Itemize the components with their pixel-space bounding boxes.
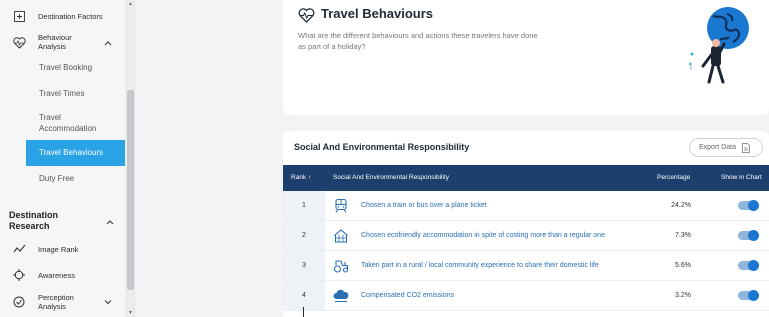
row-percentage: 24.2% [671,202,691,209]
show-in-chart-toggle[interactable] [738,290,759,301]
rank-cell: 1 [283,191,325,220]
sidebar-subitem-travel-behaviours[interactable]: Travel Behaviours [26,140,125,166]
scroll-up-arrow-icon[interactable]: ▲ [127,1,134,7]
table-row: 4 Compensated CO2 emissions 3.2% [283,281,769,311]
rank-cell: 2 [283,221,325,250]
sidebar-item-label: Awareness [38,271,75,280]
chevron-down-icon[interactable] [103,297,113,307]
heart-pulse-icon [298,8,315,23]
trend-line-icon [12,242,26,256]
row-label: Compensated CO2 emissions [361,292,454,299]
rank-value: 4 [302,292,306,299]
table-title: Social And Environmental Responsibility [294,142,470,152]
rank-cell: 3 [283,251,325,280]
page-description: What are the different behaviours and ac… [298,31,538,51]
table-row: 3 Taken part in a rural / local communit… [283,251,769,281]
column-header-show-in-chart: Show in Chart [721,174,762,181]
rank-cell: 4 [283,281,325,310]
sidebar-item-awareness[interactable]: Awareness [0,268,125,282]
sidebar-subitem-travel-booking[interactable]: Travel Booking [26,62,125,75]
table-row: 2 Chosen ecofriendly accommodation in sp… [283,221,769,251]
column-header-percentage[interactable]: Percentage [657,174,690,181]
sidebar-subitem-travel-times[interactable]: Travel Times [26,88,125,101]
check-circle-icon [12,295,26,309]
row-percentage: 7.3% [675,232,691,239]
row-label: Chosen a train or bus over a plane ticke… [361,202,487,209]
rank-value: 2 [302,232,306,239]
export-data-label: Export Data [699,144,736,151]
co2-cloud-icon [333,289,349,302]
show-in-chart-toggle[interactable] [738,260,759,271]
column-header-rank-label: Rank [291,174,307,181]
sidebar-subitem-travel-accommodation[interactable]: Travel Accommodation [26,112,125,136]
sidebar-item-label: Behaviour Analysis [38,33,72,51]
sort-arrow-up-icon[interactable]: ↑ [308,174,311,181]
chevron-up-icon[interactable] [105,217,115,227]
sidebar: Destination Factors Behaviour Analysis T… [0,0,135,317]
sidebar-item-label: Destination Factors [38,12,103,21]
crosshair-icon [12,268,26,282]
chevron-up-icon[interactable] [103,38,113,48]
toggle-knob [748,290,759,301]
sidebar-item-image-rank[interactable]: Image Rank [0,242,125,256]
show-in-chart-toggle[interactable] [738,200,759,211]
sidebar-subitem-duty-free[interactable]: Duty Free [26,173,125,186]
eco-house-icon [334,229,348,243]
page-title: Travel Behaviours [321,6,433,21]
sidebar-scrollbar-thumb[interactable] [127,90,134,290]
table-row: 1 Chosen a train or bus over a plane tic… [283,191,769,221]
document-icon [742,143,750,153]
row-percentage: 5.6% [675,262,691,269]
tractor-icon [333,260,349,273]
sidebar-item-label: Perception Analysis [38,293,74,311]
train-icon [335,198,347,213]
export-data-button[interactable]: Export Data [689,138,763,157]
responsibility-table-card: Social And Environmental Responsibility … [283,131,769,317]
sidebar-item-perception-analysis[interactable]: Perception Analysis [0,293,125,313]
cursor-caret [303,307,304,317]
column-header-rank[interactable]: Rank ↑ [291,174,311,181]
show-in-chart-toggle[interactable] [738,230,759,241]
row-percentage: 3.2% [675,292,691,299]
table-header: Rank ↑ Social And Environmental Responsi… [283,165,769,191]
sidebar-item-label: Image Rank [38,245,79,254]
row-label: Taken part in a rural / local community … [361,262,599,269]
scroll-down-arrow-icon[interactable]: ▼ [127,310,134,316]
travel-behaviours-card: Travel Behaviours What are the different… [283,0,769,115]
sidebar-item-destination-factors[interactable]: Destination Factors [0,9,125,23]
heart-pulse-icon [12,36,26,50]
rank-value: 3 [302,262,306,269]
row-label: Chosen ecofriendly accommodation in spit… [361,232,605,239]
toggle-knob [748,230,759,241]
factors-icon [12,9,26,23]
column-header-name[interactable]: Social And Environmental Responsibility [333,174,449,181]
rank-value: 1 [302,202,306,209]
section-title-destination-research[interactable]: Destination Research [9,210,58,232]
person-holding-globe-illustration [689,7,749,84]
toggle-knob [748,200,759,211]
sidebar-item-behaviour-analysis[interactable]: Behaviour Analysis [0,33,125,53]
toggle-knob [748,260,759,271]
